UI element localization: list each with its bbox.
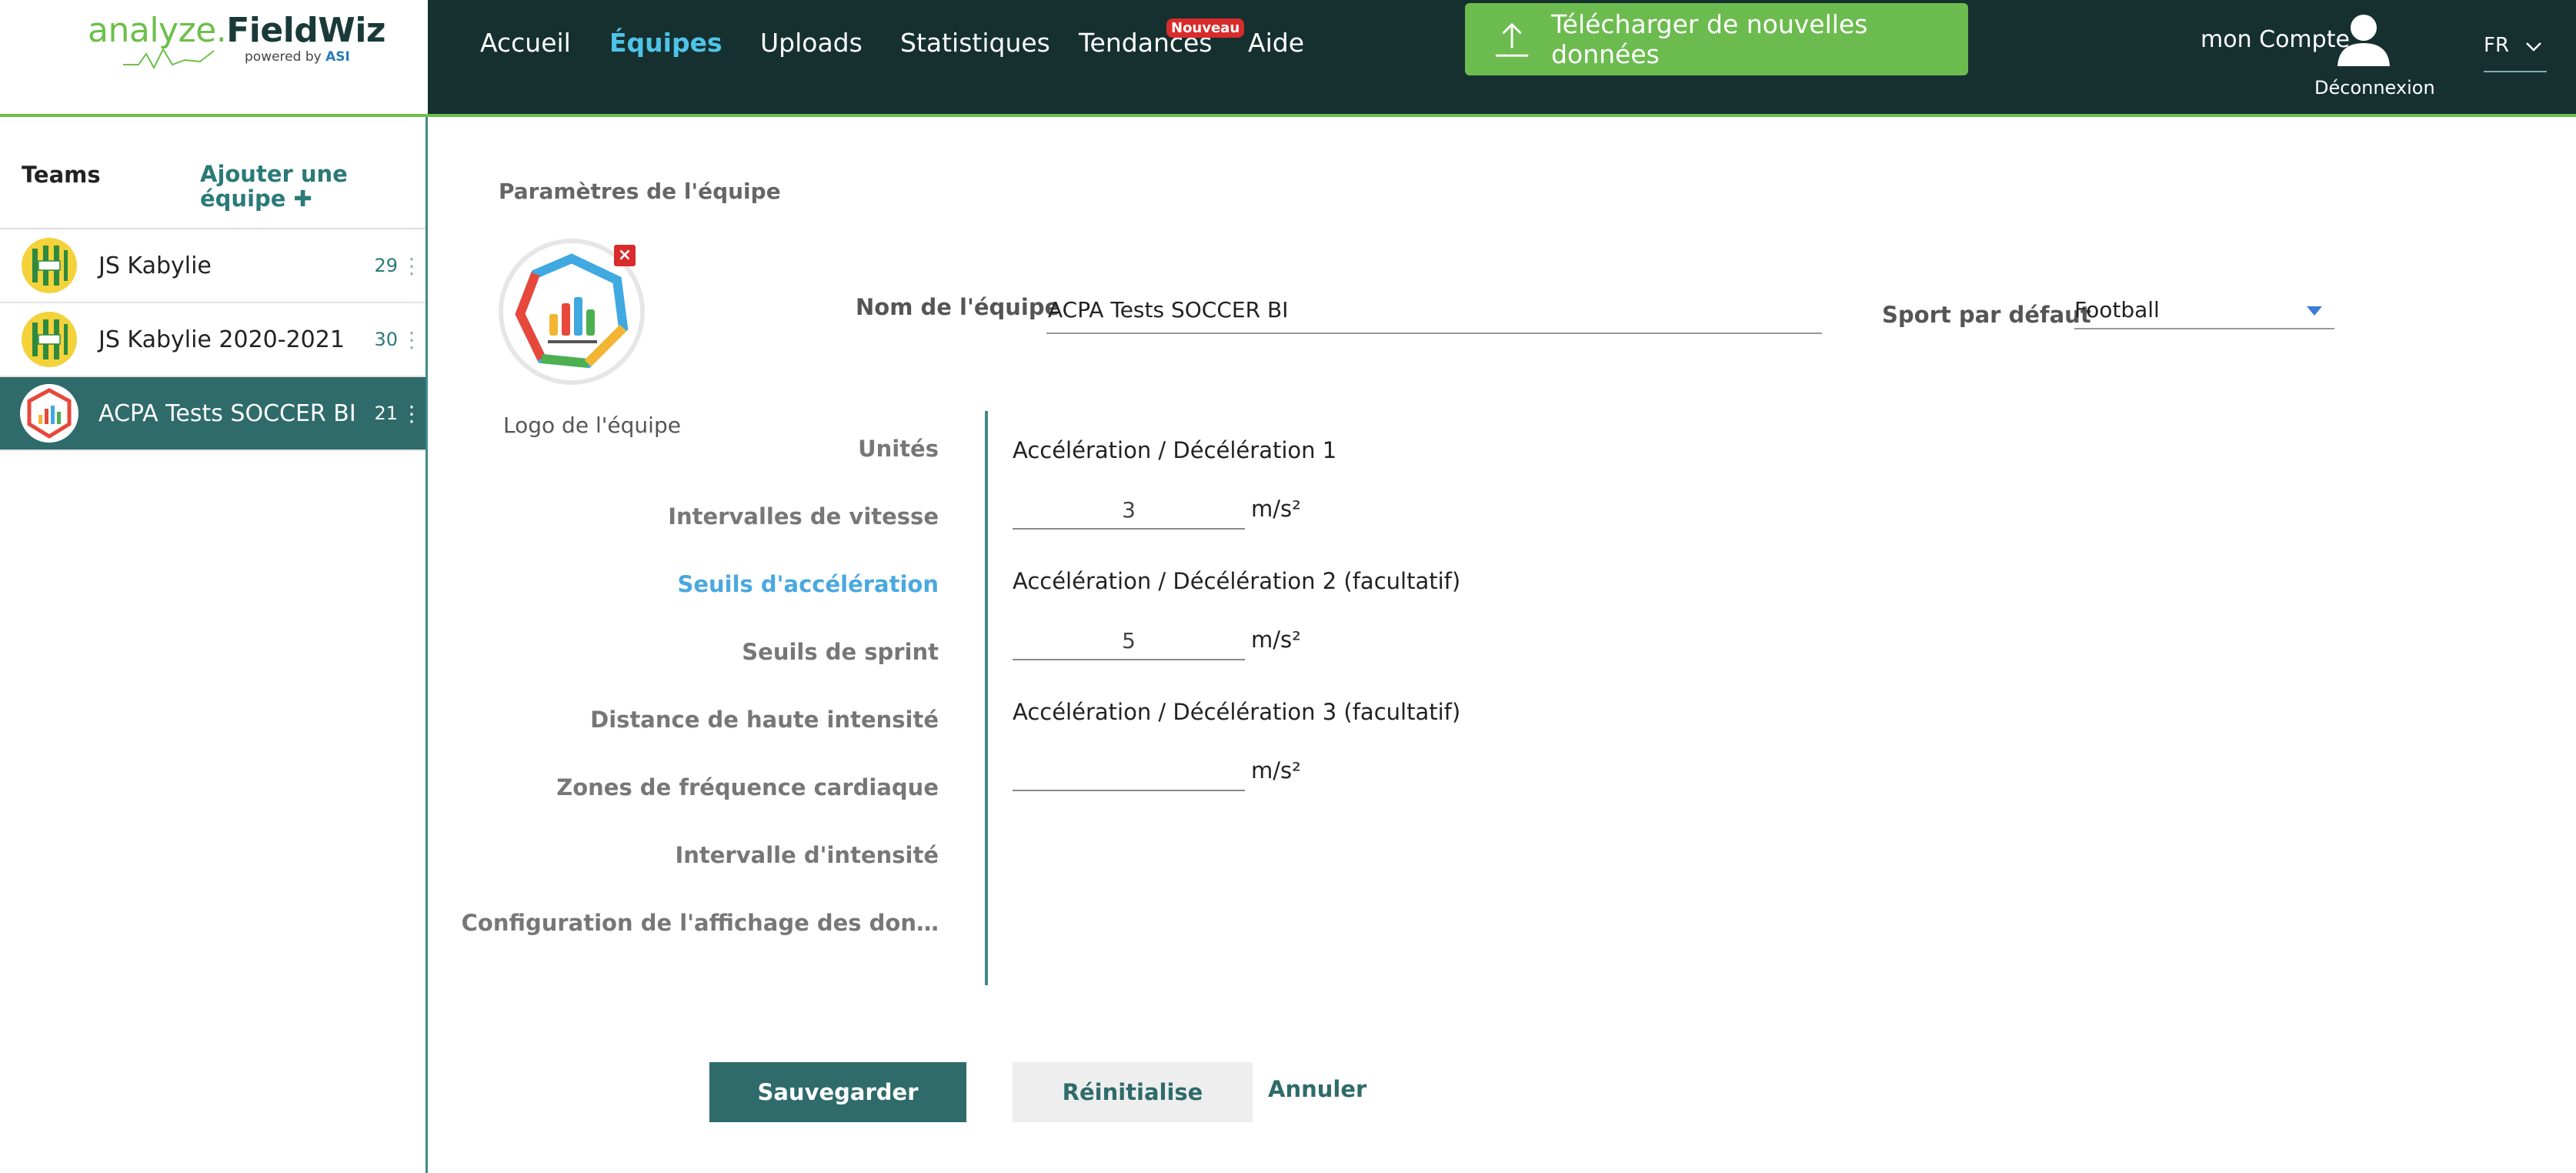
default-sport-select[interactable]: Football [2074, 297, 2334, 329]
menu-distance-haute-intensite[interactable]: Distance de haute intensité [590, 707, 939, 733]
nav-equipes[interactable]: Équipes [609, 28, 722, 58]
team-list: JS Kabylie 29 ⋮ JS Kabylie 2020-2021 30 … [0, 228, 425, 451]
user-avatar-icon[interactable] [2333, 11, 2394, 66]
language-value: FR [2484, 34, 2510, 57]
kebab-menu-icon[interactable]: ⋮ [398, 327, 425, 353]
heartbeat-icon [123, 47, 215, 70]
team-crest-icon [20, 310, 78, 369]
powered-by: powered by ASI [245, 49, 350, 65]
team-name: JS Kabylie [98, 252, 212, 279]
team-crest-icon [20, 236, 78, 295]
team-chart-logo-icon [20, 384, 78, 443]
logo-caption: Logo de l'équipe [503, 413, 681, 438]
upload-data-label: Télécharger de nouvelles données [1551, 9, 1868, 69]
powered-by-text: powered by [245, 49, 322, 65]
threshold-2-input[interactable] [1013, 622, 1245, 660]
team-player-count: 29 [374, 255, 398, 276]
threshold-3-label: Accélération / Décélération 3 (facultati… [1013, 699, 1461, 725]
nav-accueil[interactable]: Accueil [480, 28, 571, 58]
brand-name-part2: FieldWiz [226, 11, 386, 50]
cancel-link[interactable]: Annuler [1268, 1076, 1366, 1102]
kebab-menu-icon[interactable]: ⋮ [398, 253, 425, 279]
threshold-3-input[interactable] [1013, 753, 1245, 791]
language-select[interactable]: FR [2484, 34, 2547, 72]
upload-icon [1495, 22, 1529, 57]
nav-uploads[interactable]: Uploads [760, 28, 863, 58]
add-team-button[interactable]: Ajouter une équipe ✚ [200, 162, 385, 211]
new-badge: Nouveau [1166, 18, 1245, 38]
threshold-1-input[interactable] [1013, 491, 1245, 530]
menu-intervalles-vitesse[interactable]: Intervalles de vitesse [668, 503, 939, 530]
nav-aide[interactable]: Aide [1248, 28, 1304, 58]
team-row-js-kabylie-2020-2021[interactable]: JS Kabylie 2020-2021 30 ⋮ [0, 303, 425, 377]
chevron-down-icon [2526, 42, 2541, 52]
menu-unites[interactable]: Unités [858, 436, 939, 462]
teams-title: Teams [22, 162, 101, 188]
nav-statistiques[interactable]: Statistiques [900, 28, 1050, 58]
menu-divider [985, 411, 988, 985]
powered-by-brand: ASI [325, 49, 350, 65]
threshold-3-unit: m/s² [1251, 757, 1301, 784]
threshold-1-label: Accélération / Décélération 1 [1013, 437, 1337, 463]
top-navigation-bar: Accueil Équipes Uploads Statistiques Ten… [428, 0, 2576, 117]
team-name: ACPA Tests SOCCER BI [98, 399, 356, 427]
brand-logo[interactable]: analyze.FieldWiz powered by ASI [0, 0, 428, 117]
threshold-2-label: Accélération / Décélération 2 (facultati… [1013, 568, 1461, 594]
menu-intervalle-intensite[interactable]: Intervalle d'intensité [675, 842, 939, 868]
logout-link[interactable]: Déconnexion [2314, 77, 2435, 99]
kebab-menu-icon[interactable]: ⋮ [398, 401, 425, 426]
caret-down-icon [2307, 306, 2322, 316]
team-row-acpa-tests-soccer-bi[interactable]: ACPA Tests SOCCER BI 21 ⋮ [0, 377, 425, 451]
team-player-count: 30 [374, 329, 398, 350]
team-name-label: Nom de l'équipe [856, 294, 1060, 320]
default-sport-label: Sport par défaut [1882, 302, 2091, 328]
reset-button[interactable]: Réinitialise [1013, 1062, 1253, 1122]
menu-seuils-acceleration[interactable]: Seuils d'accélération [677, 571, 939, 597]
threshold-1-unit: m/s² [1251, 496, 1301, 522]
remove-logo-button[interactable]: × [614, 245, 636, 266]
default-sport-value: Football [2074, 297, 2160, 322]
menu-zones-frequence-cardiaque[interactable]: Zones de fréquence cardiaque [556, 774, 939, 800]
team-row-js-kabylie[interactable]: JS Kabylie 29 ⋮ [0, 229, 425, 303]
teams-sidebar: Teams Ajouter une équipe ✚ JS Kabylie 29… [0, 117, 428, 1173]
team-name: JS Kabylie 2020-2021 [98, 326, 345, 353]
threshold-2-unit: m/s² [1251, 627, 1301, 653]
account-link[interactable]: mon Compte [2201, 26, 2350, 53]
team-player-count: 21 [374, 403, 398, 424]
page-title: Paramètres de l'équipe [499, 179, 781, 204]
save-button[interactable]: Sauvegarder [709, 1062, 966, 1122]
team-name-input[interactable] [1046, 286, 1822, 334]
menu-configuration-affichage[interactable]: Configuration de l'affichage des don… [462, 910, 939, 936]
upload-data-button[interactable]: Télécharger de nouvelles données [1465, 3, 1968, 75]
menu-seuils-sprint[interactable]: Seuils de sprint [742, 639, 939, 665]
